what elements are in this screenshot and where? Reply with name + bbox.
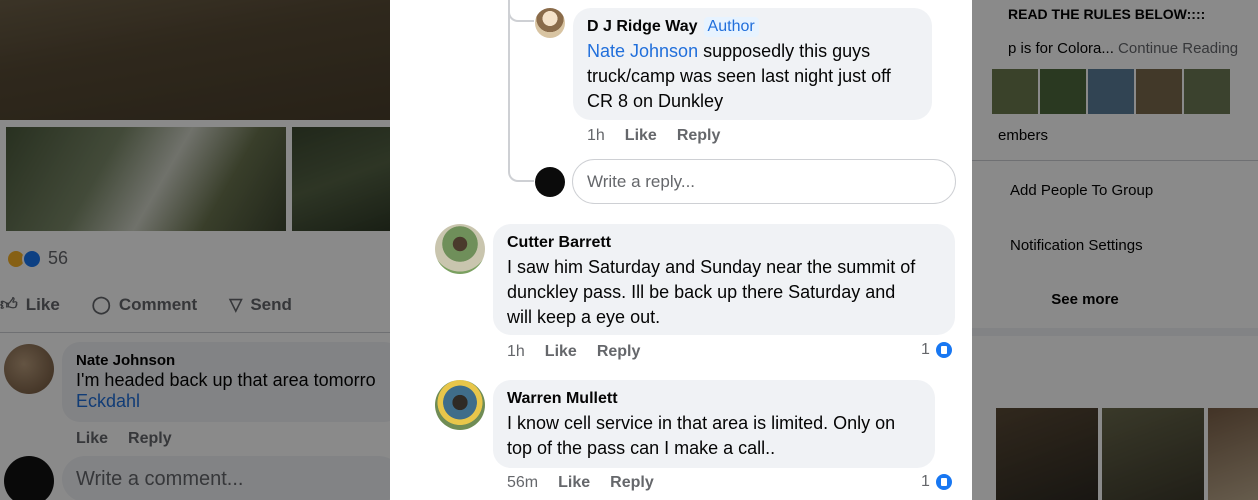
reply-reply-button[interactable]: Reply [677,127,721,145]
reply-timestamp[interactable]: 1h [587,127,605,145]
avatar[interactable] [435,380,485,430]
comment-timestamp[interactable]: 56m [507,474,538,492]
reply-mention[interactable]: Nate Johnson [587,41,698,61]
reply-bubble: D J Ridge Way Author Nate Johnson suppos… [573,8,932,120]
comment-like-button[interactable]: Like [545,343,577,361]
comment-text: I know cell service in that area is limi… [507,411,921,461]
reply-text-line: CR 8 on Dunkley [587,91,724,111]
reply-like-button[interactable]: Like [625,127,657,145]
comment-timestamp[interactable]: 1h [507,343,525,361]
like-reaction-icon [933,472,954,492]
comment-text-line: top of the pass can I make a call.. [507,438,776,458]
comment-like-count[interactable]: 1 [921,472,954,492]
post-modal: D J Ridge Way Author Nate Johnson suppos… [390,0,972,500]
comment-text-line: will keep a eye out. [507,307,661,327]
reply-text-line: truck/camp was seen last night just off [587,66,891,86]
like-reaction-icon [933,340,954,360]
comment-text: I saw him Saturday and Sunday near the s… [507,255,941,330]
my-avatar [535,167,565,197]
comment-bubble: Cutter Barrett I saw him Saturday and Su… [493,224,955,335]
comment-bubble: Warren Mullett I know cell service in th… [493,380,935,468]
comment-text-line: I saw him Saturday and Sunday near the s… [507,257,916,277]
comment-like-count[interactable]: 1 [921,340,954,360]
reply-input[interactable]: Write a reply... [572,159,956,204]
reply-meta: 1h Like Reply [587,127,740,145]
like-count-value: 1 [921,473,930,490]
reply-text: Nate Johnson supposedly this guys truck/… [587,39,918,114]
comment-author[interactable]: Cutter Barrett [507,233,941,253]
author-badge: Author [703,17,759,37]
comment-meta: 1h Like Reply [507,343,660,361]
reply-author[interactable]: D J Ridge Way [587,17,698,37]
thread-connector [508,160,534,182]
reply-header: D J Ridge Way Author [587,17,918,37]
comment-author[interactable]: Warren Mullett [507,389,921,409]
like-count-value: 1 [921,341,930,358]
comment-like-button[interactable]: Like [558,474,590,492]
thread-connector [508,0,534,22]
comment-text-line: I know cell service in that area is limi… [507,413,896,433]
reply-text-line: supposedly this guys [698,41,871,61]
comment-reply-button[interactable]: Reply [610,474,654,492]
avatar[interactable] [435,224,485,274]
comment-text-line: dunckley pass. Ill be back up there Satu… [507,282,896,302]
comment-reply-button[interactable]: Reply [597,343,641,361]
avatar[interactable] [535,8,565,38]
comment-meta: 56m Like Reply [507,474,674,492]
thread-connector [508,0,510,170]
